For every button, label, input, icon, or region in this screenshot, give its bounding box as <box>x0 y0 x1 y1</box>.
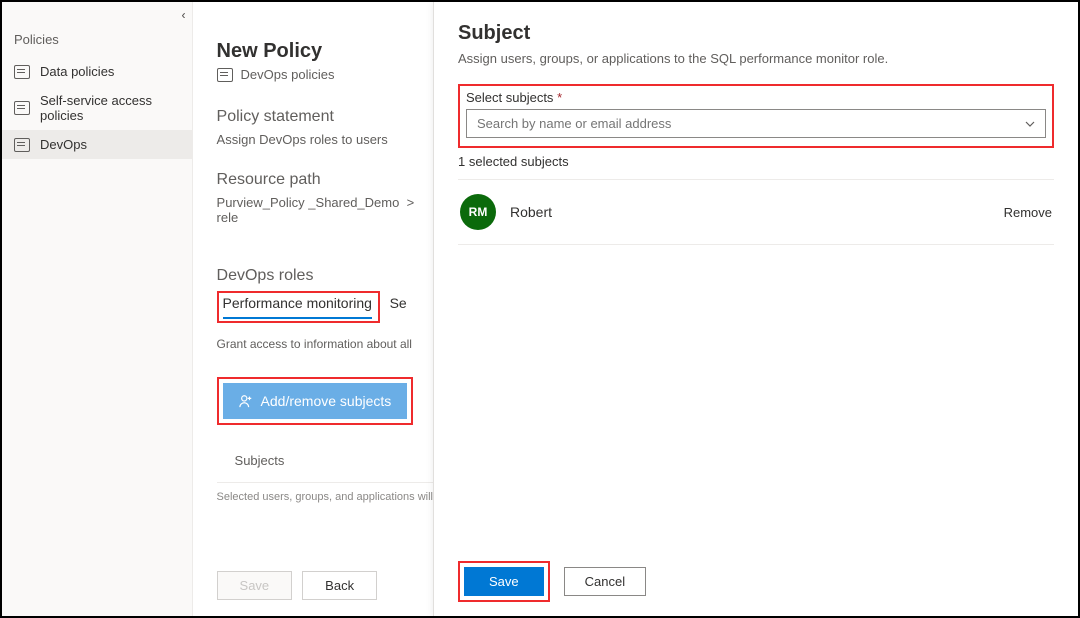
policy-icon <box>217 68 233 82</box>
selected-count: 1 selected subjects <box>458 154 1054 169</box>
required-asterisk: * <box>557 90 562 105</box>
select-subjects-label: Select subjects * <box>466 90 1046 105</box>
page-title: New Policy <box>217 40 433 63</box>
tab-performance-monitoring[interactable]: Performance monitoring <box>223 295 372 319</box>
divider <box>217 482 433 483</box>
breadcrumb: DevOps policies <box>217 67 433 82</box>
sidebar-title: Policies <box>2 26 192 57</box>
sidebar-item-data-policies[interactable]: Data policies <box>2 57 192 86</box>
subject-row: RM Robert Remove <box>458 179 1054 245</box>
sidebar: ‹‹ Policies Data policies Self-service a… <box>2 2 193 616</box>
main-content: New Policy DevOps policies Policy statem… <box>193 2 433 616</box>
select-subjects-text: Select subjects <box>466 90 553 105</box>
tab-security-partial[interactable]: Se <box>390 295 407 317</box>
breadcrumb-text: DevOps policies <box>241 67 335 82</box>
resource-path-value: Purview_Policy _Shared_Demo > rele <box>217 195 433 225</box>
remove-subject-link[interactable]: Remove <box>1004 205 1052 220</box>
person-add-icon <box>239 394 253 408</box>
panel-title: Subject <box>458 22 1054 45</box>
devops-roles-heading: DevOps roles <box>217 267 433 285</box>
policy-icon <box>14 101 30 115</box>
search-subjects-input[interactable] <box>466 109 1046 138</box>
sidebar-collapse-row: ‹‹ <box>2 8 192 26</box>
panel-subtitle: Assign users, groups, or applications to… <box>458 51 1054 66</box>
sidebar-item-self-service[interactable]: Self-service access policies <box>2 86 192 130</box>
cancel-button[interactable]: Cancel <box>564 567 646 596</box>
policy-statement-sub: Assign DevOps roles to users <box>217 132 433 147</box>
save-button-panel[interactable]: Save <box>464 567 544 596</box>
highlight-select-subjects: Select subjects * <box>458 84 1054 148</box>
add-remove-subjects-button[interactable]: Add/remove subjects <box>223 383 408 419</box>
policy-statement-heading: Policy statement <box>217 108 433 126</box>
tab-description: Grant access to information about all <box>217 337 433 351</box>
resource-path-heading: Resource path <box>217 171 433 189</box>
main-footer: Save Back <box>217 571 378 600</box>
resource-path-seg1[interactable]: Purview_Policy _Shared_Demo <box>217 195 400 210</box>
sidebar-item-label: DevOps <box>40 137 87 152</box>
sidebar-item-label: Data policies <box>40 64 114 79</box>
back-button[interactable]: Back <box>302 571 377 600</box>
subjects-heading: Subjects <box>235 453 433 468</box>
sidebar-item-label: Self-service access policies <box>40 93 180 123</box>
policy-icon <box>14 138 30 152</box>
subjects-description: Selected users, groups, and applications… <box>217 491 433 503</box>
subject-panel: Subject Assign users, groups, or applica… <box>433 2 1078 616</box>
resource-path-seg2: rele <box>217 210 239 225</box>
add-remove-label: Add/remove subjects <box>261 393 392 409</box>
save-button-main[interactable]: Save <box>217 571 293 600</box>
highlight-addremove: Add/remove subjects <box>217 377 414 425</box>
highlight-tab: Performance monitoring <box>217 291 380 323</box>
highlight-save: Save <box>458 561 550 602</box>
subject-name: Robert <box>510 204 1004 220</box>
panel-footer: Save Cancel <box>458 561 646 602</box>
avatar: RM <box>460 194 496 230</box>
app-root: ‹‹ Policies Data policies Self-service a… <box>0 0 1080 618</box>
sidebar-item-devops[interactable]: DevOps <box>2 130 192 159</box>
search-input-wrap <box>466 109 1046 138</box>
policy-icon <box>14 65 30 79</box>
